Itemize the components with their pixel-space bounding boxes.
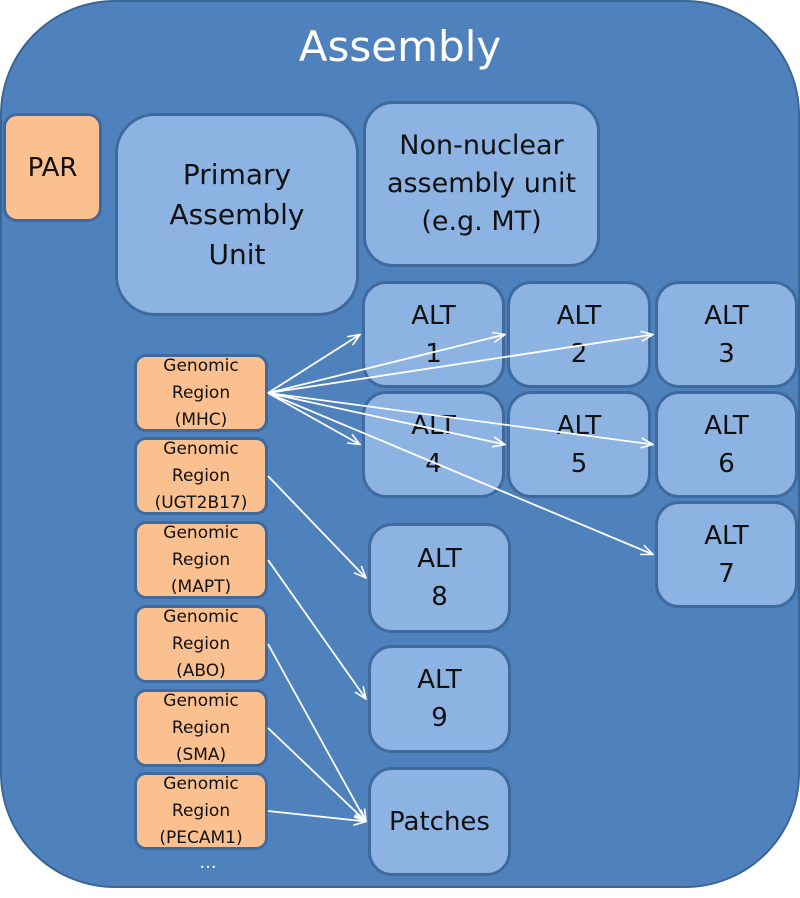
region-label: Genomic Region (PECAM1) [159, 773, 243, 848]
region-label: Genomic Region (ABO) [163, 606, 239, 681]
alt-1-box: ALT 1 [362, 281, 505, 388]
non-nuclear-assembly-unit: Non-nuclear assembly unit (e.g. MT) [363, 101, 600, 267]
alt-3-label: ALT 3 [704, 300, 749, 369]
par-label: PAR [27, 152, 78, 183]
alt-8-label: ALT 8 [417, 544, 462, 612]
alt-3-box: ALT 3 [655, 281, 798, 388]
alt-5-box: ALT 5 [507, 391, 651, 498]
region-label: Genomic Region (MHC) [163, 355, 239, 430]
alt-5-label: ALT 5 [556, 410, 602, 479]
alt-7-box: ALT 7 [655, 501, 798, 608]
patches-label: Patches [389, 806, 490, 837]
region-label: Genomic Region (UGT2B17) [154, 438, 248, 513]
alt-1-label: ALT 1 [411, 300, 456, 369]
patches-box: Patches [368, 767, 511, 876]
alt-6-label: ALT 6 [704, 410, 749, 479]
more-regions-ellipsis: ... [199, 852, 217, 873]
alt-2-box: ALT 2 [507, 281, 651, 388]
alt-4-box: ALT 4 [362, 391, 505, 498]
genomic-region-mhc: Genomic Region (MHC) [134, 354, 268, 432]
alt-4-label: ALT 4 [411, 410, 456, 479]
par-box: PAR [3, 113, 102, 222]
alt-6-box: ALT 6 [655, 391, 798, 498]
alt-9-label: ALT 9 [417, 665, 462, 733]
alt-8-box: ALT 8 [368, 523, 511, 633]
primary-assembly-unit-label: Primary Assembly Unit [169, 157, 305, 271]
genomic-region-pecam1: Genomic Region (PECAM1) [134, 772, 268, 850]
alt-7-label: ALT 7 [704, 520, 749, 589]
genomic-region-mapt: Genomic Region (MAPT) [134, 521, 268, 599]
genomic-region-ugt2b17: Genomic Region (UGT2B17) [134, 437, 268, 515]
alt-9-box: ALT 9 [368, 645, 511, 753]
non-nuclear-label: Non-nuclear assembly unit (e.g. MT) [386, 130, 577, 237]
genomic-region-abo: Genomic Region (ABO) [134, 605, 268, 683]
primary-assembly-unit: Primary Assembly Unit [115, 113, 359, 316]
region-label: Genomic Region (MAPT) [163, 522, 239, 597]
alt-2-label: ALT 2 [556, 300, 602, 369]
region-label: Genomic Region (SMA) [163, 690, 239, 765]
genomic-region-sma: Genomic Region (SMA) [134, 689, 268, 767]
assembly-title: Assembly [298, 22, 502, 71]
